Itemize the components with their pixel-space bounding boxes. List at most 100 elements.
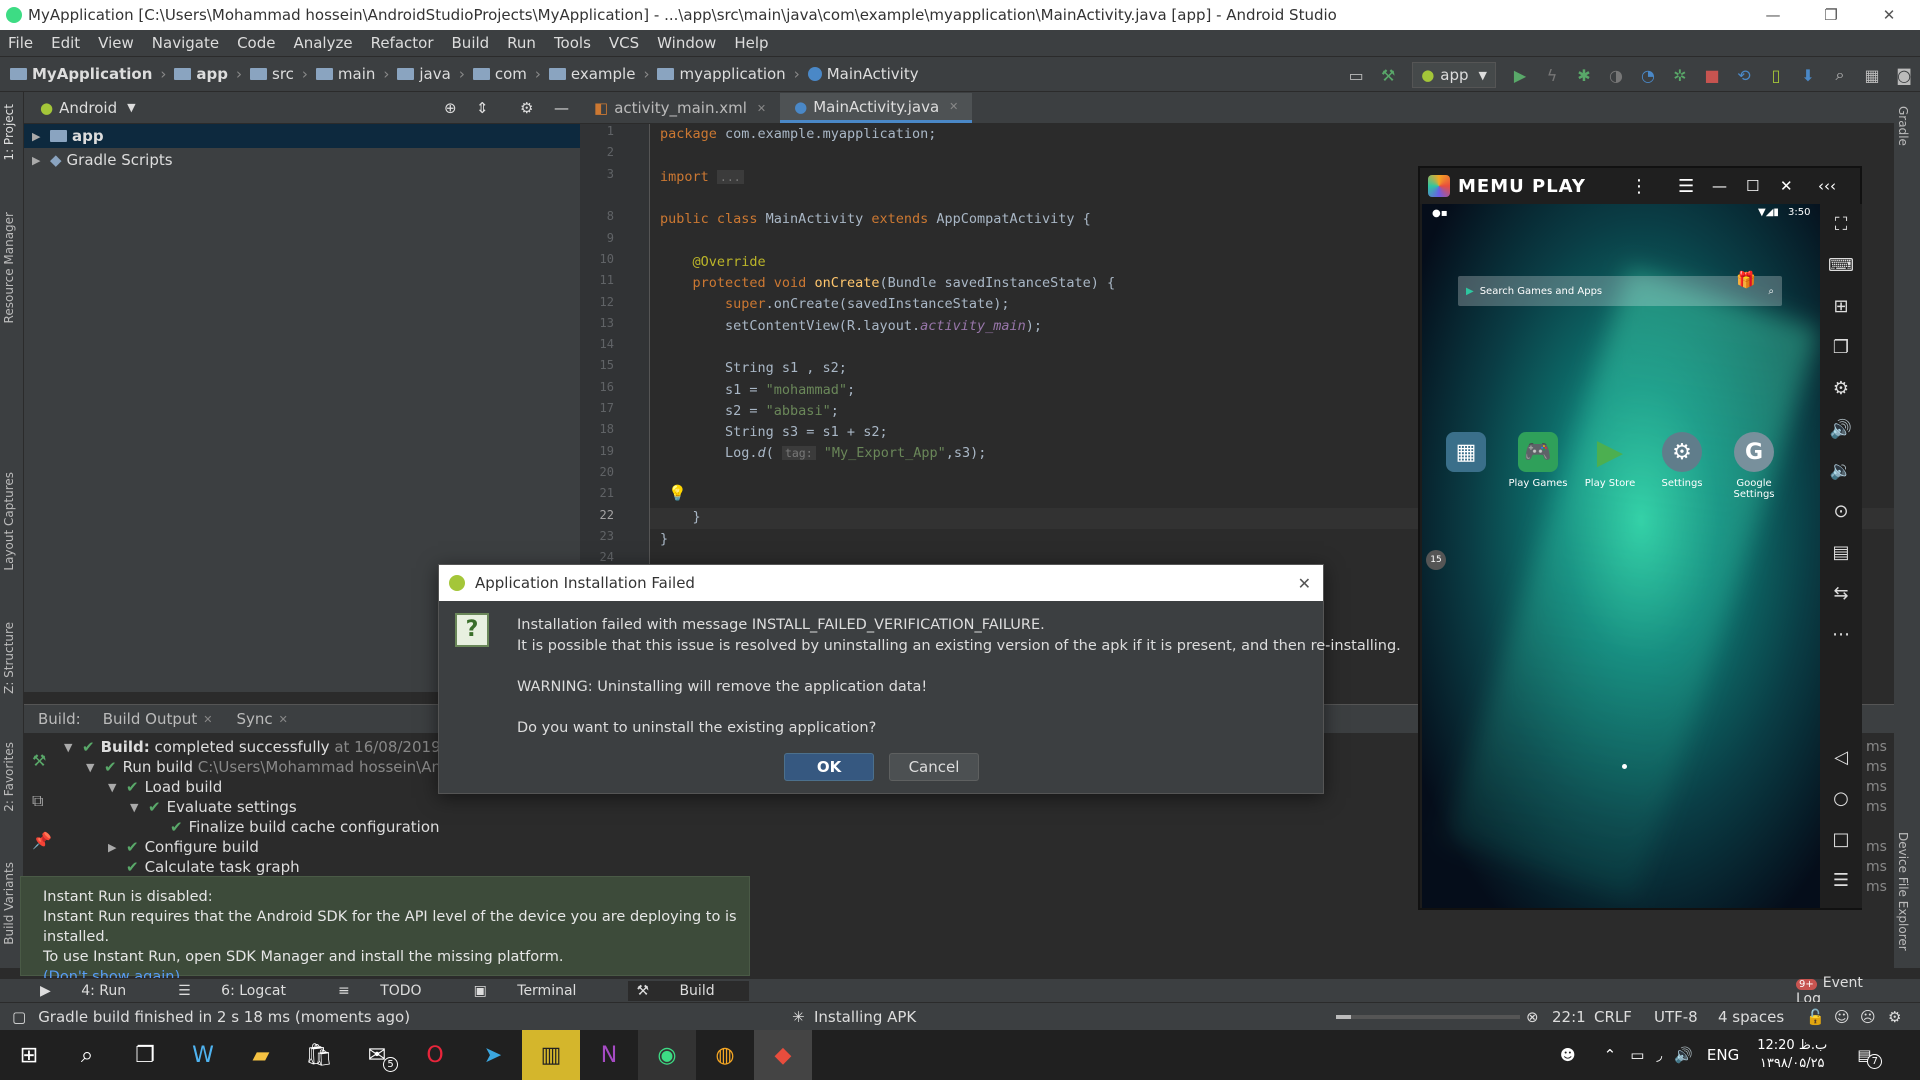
breadcrumb-com[interactable]: com <box>472 65 527 83</box>
ok-button[interactable]: OK <box>784 753 874 781</box>
clock[interactable]: 12:20 ب.ظ ۱۳۹۸/۰۵/۲۵ <box>1757 1037 1827 1073</box>
menu-edit[interactable]: Edit <box>51 34 80 52</box>
start-button[interactable]: ⊞ <box>0 1030 58 1080</box>
account-icon[interactable]: ◙ <box>1888 66 1920 85</box>
mail-icon[interactable]: ✉ 5 <box>348 1030 406 1080</box>
tool-structure[interactable]: Z: Structure <box>2 622 16 694</box>
line-separator[interactable]: CRLF <box>1594 1008 1632 1026</box>
apply-changes-icon[interactable]: ϟ <box>1536 66 1568 85</box>
tool-device-file-explorer[interactable]: Device File Explorer <box>1896 832 1910 951</box>
menu-code[interactable]: Code <box>237 34 275 52</box>
maximize-icon[interactable]: ☐ <box>1746 177 1759 195</box>
search-icon[interactable]: ⌕ <box>1768 286 1774 297</box>
language-indicator[interactable]: ENG <box>1707 1046 1739 1064</box>
menu-refactor[interactable]: Refactor <box>371 34 434 52</box>
layout-icon[interactable]: ▭ <box>1340 66 1372 85</box>
breadcrumb-mainactivity[interactable]: MainActivity <box>807 65 919 83</box>
pin-icon[interactable]: 📌 <box>32 821 56 861</box>
sdk-manager-icon[interactable]: ⬇ <box>1792 66 1824 85</box>
location-icon[interactable]: ⊙ <box>1833 491 1848 532</box>
volume-icon[interactable]: 🔊 <box>1674 1046 1693 1064</box>
tab-todo[interactable]: ≡ TODO <box>338 983 448 999</box>
tab-logcat[interactable]: ☰ 6: Logcat <box>178 983 312 999</box>
breadcrumb-main[interactable]: main <box>315 65 375 83</box>
telegram-icon[interactable]: ➤ <box>464 1030 522 1080</box>
file-encoding[interactable]: UTF-8 <box>1654 1008 1698 1026</box>
close-icon[interactable]: ✕ <box>1780 177 1793 195</box>
close-tab-icon[interactable]: ✕ <box>203 713 212 726</box>
menu-vcs[interactable]: VCS <box>609 34 639 52</box>
multi-window-icon[interactable]: ❐ <box>1833 327 1849 368</box>
floating-badge[interactable]: 15 <box>1426 550 1446 570</box>
menu-file[interactable]: File <box>8 34 33 52</box>
minimize-button[interactable]: — <box>1744 0 1802 30</box>
chevron-down-icon[interactable]: ▼ <box>127 101 135 114</box>
app-yellow-icon[interactable]: ▥ <box>522 1030 580 1080</box>
tree-item-gradle-scripts[interactable]: ▶ ◆ Gradle Scripts <box>24 148 580 172</box>
tab-build[interactable]: ⚒ Build <box>628 980 749 1001</box>
tool-layout-captures[interactable]: Layout Captures <box>2 472 16 571</box>
tab-activity-main-xml[interactable]: ◧ activity_main.xml ✕ <box>580 93 780 123</box>
people-icon[interactable]: ☻ <box>1560 1046 1576 1064</box>
lock-icon[interactable]: 🔓 <box>1806 1008 1825 1026</box>
app-play-store[interactable]: ▶ Play Store <box>1578 432 1642 489</box>
breadcrumb-project[interactable]: MyApplication <box>10 65 152 83</box>
close-window-button[interactable]: ✕ <box>1860 0 1918 30</box>
tab-run[interactable]: ▶ 4: Run <box>40 983 152 999</box>
project-structure-icon[interactable]: ▦ <box>1856 66 1888 85</box>
tab-build-output[interactable]: Build Output <box>103 710 198 728</box>
breadcrumb-src[interactable]: src <box>250 65 294 83</box>
build-row[interactable]: ▼ ✔ Build: completed successfully at 16/08… <box>64 737 479 757</box>
attach-debugger-icon[interactable]: ✲ <box>1664 66 1696 85</box>
memu-icon[interactable]: ◆ <box>754 1030 812 1080</box>
volume-up-icon[interactable]: 🔊 <box>1830 409 1852 450</box>
menu-navigate[interactable]: Navigate <box>152 34 219 52</box>
menu-tools[interactable]: Tools <box>554 34 591 52</box>
volume-down-icon[interactable]: 🔉 <box>1830 450 1852 491</box>
opera-icon[interactable]: O <box>406 1030 464 1080</box>
cancel-progress-icon[interactable]: ⊗ <box>1526 1008 1539 1026</box>
onenote-icon[interactable]: N <box>580 1030 638 1080</box>
sync-gradle-icon[interactable]: ⟲ <box>1728 66 1760 85</box>
smile-icon[interactable]: ☺ <box>1834 1008 1850 1026</box>
app-folder[interactable]: ▦ <box>1434 432 1498 478</box>
stop-icon[interactable]: ■ <box>1696 66 1728 85</box>
app-google-settings[interactable]: G Google Settings <box>1722 432 1786 500</box>
locate-icon[interactable]: ⊕ <box>444 99 457 117</box>
settings-icon[interactable]: ⚙ <box>1833 368 1849 409</box>
copy-icon[interactable]: ⧉ <box>32 781 56 821</box>
debug-icon[interactable]: ✱ <box>1568 66 1600 85</box>
build-row[interactable]: ✔ Calculate task graph <box>64 857 479 877</box>
profile-icon[interactable]: ◔ <box>1632 66 1664 85</box>
tab-mainactivity-java[interactable]: ● MainActivity.java ✕ <box>780 93 973 123</box>
hamburger-menu-icon[interactable]: ☰ <box>1678 176 1694 197</box>
build-row[interactable]: ▼ ✔ Load build <box>64 777 479 797</box>
apk-install-icon[interactable]: ⊞ <box>1833 286 1848 327</box>
tool-project[interactable]: 1: Project <box>2 104 16 161</box>
code-content[interactable]: package com.example.myapplication; impor… <box>660 124 1115 550</box>
chrome-icon[interactable]: ◍ <box>696 1030 754 1080</box>
menu-window[interactable]: Window <box>657 34 716 52</box>
keyboard-icon[interactable]: ⌨ <box>1828 245 1854 286</box>
build-row[interactable]: ▼ ✔ Evaluate settings <box>64 797 479 817</box>
winamp-icon[interactable]: W <box>174 1030 232 1080</box>
back-icon[interactable]: ◁ <box>1834 737 1848 778</box>
run-config-select[interactable]: ● app ▼ <box>1412 62 1496 88</box>
restore-button[interactable]: ❐ <box>1802 0 1860 30</box>
menu-list-icon[interactable]: ☰ <box>1833 860 1849 901</box>
search-icon[interactable]: ⌕ <box>1824 65 1856 85</box>
build-row[interactable]: ▼ ✔ Run build C:\Users\Mohammad hossein\An… <box>64 757 479 777</box>
tab-terminal[interactable]: ▣ Terminal <box>474 983 603 999</box>
tool-gradle[interactable]: Gradle <box>1896 106 1910 146</box>
more-icon[interactable]: ⋯ <box>1832 614 1850 655</box>
more-vertical-icon[interactable]: ⋮ <box>1630 176 1648 197</box>
notifications-icon[interactable]: ▤ 7 <box>1857 1046 1883 1069</box>
collapse-icon[interactable]: ⇕ <box>476 99 489 117</box>
frown-icon[interactable]: ☹ <box>1860 1008 1876 1026</box>
recents-icon[interactable]: □ <box>1832 819 1849 860</box>
indent-setting[interactable]: 4 spaces <box>1718 1008 1784 1026</box>
build-row[interactable]: ✔ Finalize build cache configuration <box>64 817 479 837</box>
menu-analyze[interactable]: Analyze <box>293 34 352 52</box>
tree-item-app[interactable]: ▶ app <box>24 124 580 148</box>
close-tab-icon[interactable]: ✕ <box>757 102 766 115</box>
